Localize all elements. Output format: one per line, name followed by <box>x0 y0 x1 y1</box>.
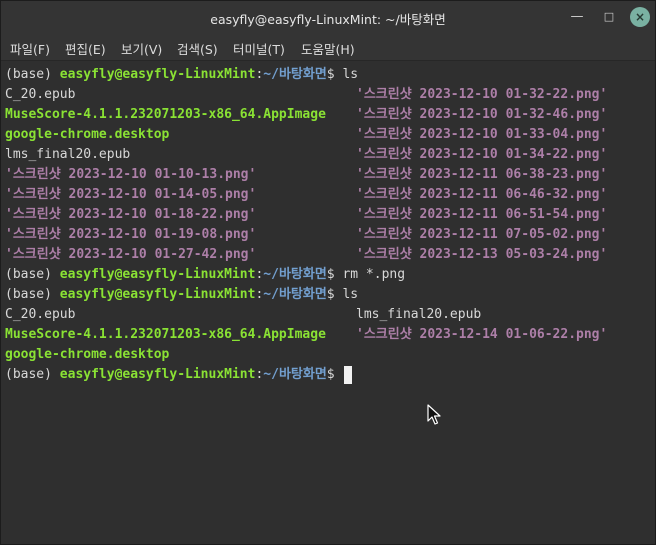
list-item: '스크린샷 2023-12-14 01-06-22.png' <box>356 327 608 342</box>
list-item: '스크린샷 2023-12-10 01-32-22.png' <box>356 87 608 102</box>
list-item: MuseScore-4.1.1.232071203-x86_64.AppImag… <box>5 327 326 342</box>
list-item: google-chrome.desktop <box>5 127 170 142</box>
terminal-output[interactable]: (base) easyfly@easyfly-LinuxMint:~/바탕화면$… <box>1 61 655 544</box>
prompt-symbol: $ <box>326 267 335 282</box>
terminal-window: easyfly@easyfly-LinuxMint: ~/바탕화면 — □ × … <box>0 0 656 545</box>
prompt-symbol: $ <box>326 67 335 82</box>
close-button[interactable]: × <box>630 7 650 27</box>
list-item: google-chrome.desktop <box>5 347 170 362</box>
prompt-line: (base) easyfly@easyfly-LinuxMint:~/바탕화면$… <box>5 285 358 305</box>
user-host: easyfly@easyfly-LinuxMint <box>59 367 256 382</box>
list-item: '스크린샷 2023-12-10 01-19-08.png' <box>5 227 257 242</box>
current-path: ~/바탕화면 <box>263 367 327 382</box>
prompt-line: (base) easyfly@easyfly-LinuxMint:~/바탕화면$ <box>5 365 353 385</box>
prompt-line: (base) easyfly@easyfly-LinuxMint:~/바탕화면$… <box>5 65 358 85</box>
current-path: ~/바탕화면 <box>263 267 327 282</box>
current-path: ~/바탕화면 <box>263 287 327 302</box>
mouse-pointer-icon <box>427 404 441 425</box>
list-item: '스크린샷 2023-12-10 01-34-22.png' <box>356 147 608 162</box>
menu-help[interactable]: 도움말(H) <box>301 39 355 58</box>
list-item: '스크린샷 2023-12-10 01-14-05.png' <box>5 187 257 202</box>
menu-edit[interactable]: 편집(E) <box>65 39 106 58</box>
list-item: C_20.epub <box>5 87 76 102</box>
list-item: '스크린샷 2023-12-10 01-32-46.png' <box>356 107 608 122</box>
menu-search[interactable]: 검색(S) <box>177 39 218 58</box>
list-item: '스크린샷 2023-12-10 01-27-42.png' <box>5 247 257 262</box>
list-item: '스크린샷 2023-12-10 01-10-13.png' <box>5 167 257 182</box>
list-item: '스크린샷 2023-12-11 06-51-54.png' <box>356 207 608 222</box>
command-text: ls <box>342 287 359 302</box>
prompt-symbol: $ <box>326 287 335 302</box>
list-item: lms_final20.epub <box>5 147 131 162</box>
env-label: (base) <box>5 367 52 382</box>
env-label: (base) <box>5 287 52 302</box>
env-label: (base) <box>5 267 52 282</box>
title-bar[interactable]: easyfly@easyfly-LinuxMint: ~/바탕화면 — □ × <box>1 1 655 33</box>
prompt-line: (base) easyfly@easyfly-LinuxMint:~/바탕화면$… <box>5 265 405 285</box>
minimize-button[interactable]: — <box>567 7 587 27</box>
user-host: easyfly@easyfly-LinuxMint <box>59 267 256 282</box>
list-item: MuseScore-4.1.1.232071203-x86_64.AppImag… <box>5 107 326 122</box>
menu-file[interactable]: 파일(F) <box>10 39 50 58</box>
window-title: easyfly@easyfly-LinuxMint: ~/바탕화면 <box>210 12 446 27</box>
command-text: rm *.png <box>342 267 406 282</box>
maximize-button[interactable]: □ <box>599 7 619 27</box>
list-item: '스크린샷 2023-12-10 01-18-22.png' <box>5 207 257 222</box>
menu-terminal[interactable]: 터미널(T) <box>233 39 285 58</box>
list-item: '스크린샷 2023-12-13 05-03-24.png' <box>356 247 608 262</box>
list-item: '스크린샷 2023-12-11 07-05-02.png' <box>356 227 608 242</box>
list-item: lms_final20.epub <box>356 307 482 322</box>
env-label: (base) <box>5 67 52 82</box>
current-path: ~/바탕화면 <box>263 67 327 82</box>
list-item: '스크린샷 2023-12-11 06-46-32.png' <box>356 187 608 202</box>
menu-bar: 파일(F) 편집(E) 보기(V) 검색(S) 터미널(T) 도움말(H) <box>1 33 655 61</box>
list-item: '스크린샷 2023-12-11 06-38-23.png' <box>356 167 608 182</box>
user-host: easyfly@easyfly-LinuxMint <box>59 287 256 302</box>
menu-view[interactable]: 보기(V) <box>121 39 162 58</box>
list-item: C_20.epub <box>5 307 76 322</box>
text-cursor <box>344 365 353 384</box>
prompt-symbol: $ <box>326 367 335 382</box>
list-item: '스크린샷 2023-12-10 01-33-04.png' <box>356 127 608 142</box>
command-text: ls <box>342 67 359 82</box>
user-host: easyfly@easyfly-LinuxMint <box>59 67 256 82</box>
